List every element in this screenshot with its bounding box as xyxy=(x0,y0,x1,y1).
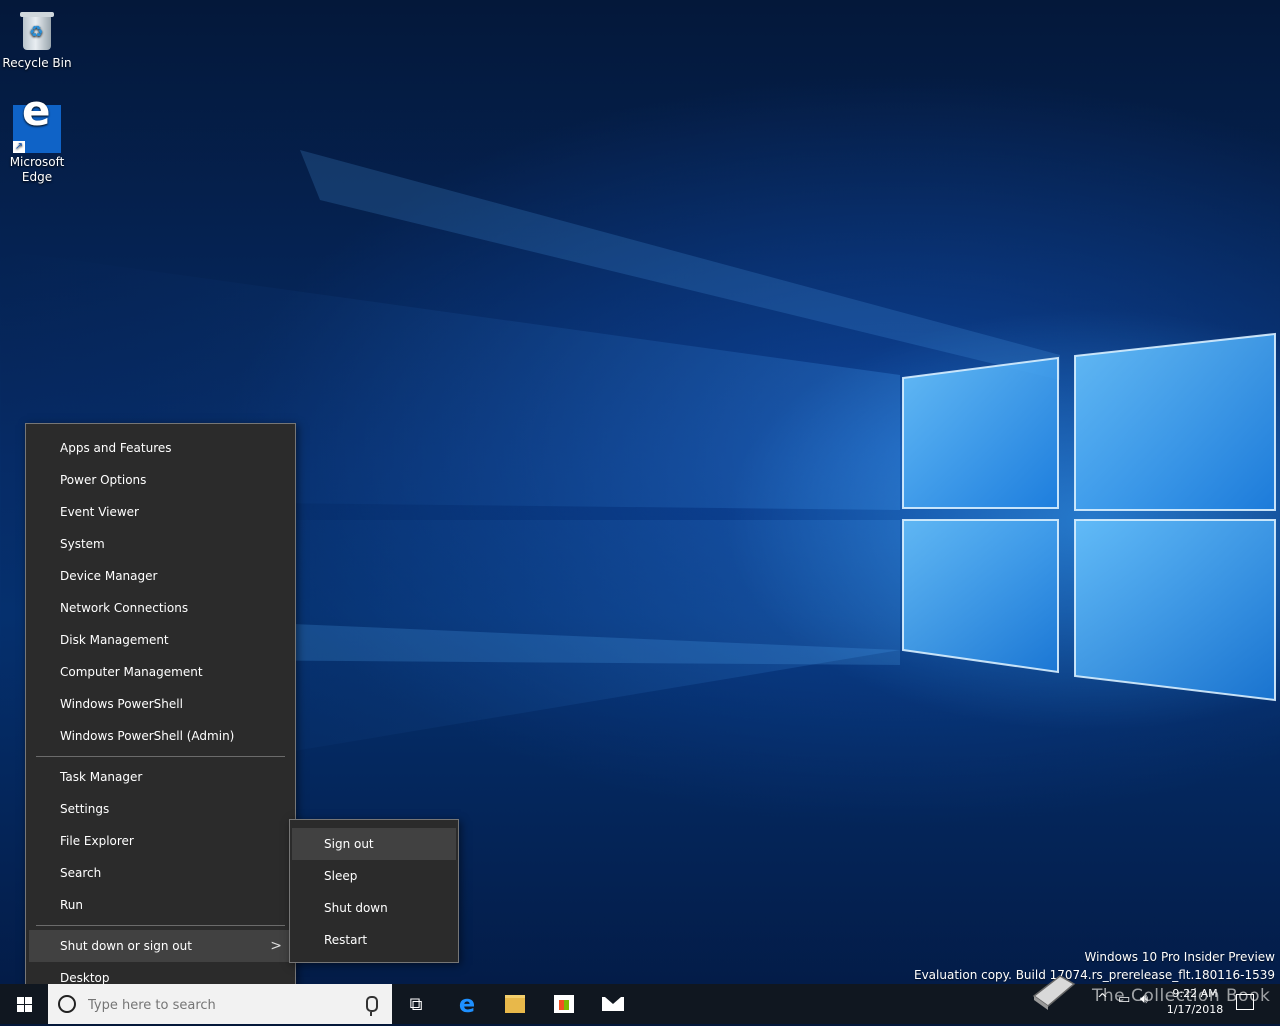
menu-item-computer-management[interactable]: Computer Management xyxy=(26,656,295,688)
desktop-icon-microsoft-edge[interactable]: e ↗ Microsoft Edge xyxy=(1,90,73,185)
menu-item-run[interactable]: Run xyxy=(26,889,295,921)
submenu-item-sleep[interactable]: Sleep xyxy=(290,860,458,892)
store-icon xyxy=(554,995,574,1013)
build-watermark-line2: Evaluation copy. Build 17074.rs_prerelea… xyxy=(913,968,1275,982)
task-view-icon: ⧉ xyxy=(409,993,423,1015)
menu-item-system[interactable]: System xyxy=(26,528,295,560)
microphone-icon[interactable] xyxy=(366,996,378,1016)
show-hidden-icons-chevron[interactable]: ^ xyxy=(1097,992,1108,1007)
submenu-item-shut-down[interactable]: Shut down xyxy=(290,892,458,924)
menu-separator xyxy=(36,756,285,757)
menu-item-network-connections[interactable]: Network Connections xyxy=(26,592,295,624)
desktop-icon-label: Recycle Bin xyxy=(2,56,72,70)
menu-item-device-manager[interactable]: Device Manager xyxy=(26,560,295,592)
desktop-icon-recycle-bin[interactable]: Recycle Bin xyxy=(1,6,73,71)
action-center-icon[interactable] xyxy=(1236,994,1254,1010)
volume-icon[interactable]: 🔊︎ xyxy=(1140,992,1148,1007)
recycle-bin-icon xyxy=(20,12,54,50)
cortana-icon xyxy=(58,995,76,1013)
menu-item-label: Shut down or sign out xyxy=(60,939,192,953)
network-icon[interactable]: ▭ xyxy=(1118,992,1130,1007)
menu-item-search[interactable]: Search xyxy=(26,857,295,889)
submenu-item-restart[interactable]: Restart xyxy=(290,924,458,956)
menu-item-windows-powershell-admin[interactable]: Windows PowerShell (Admin) xyxy=(26,720,295,752)
chevron-right-icon: > xyxy=(270,938,282,954)
windows-logo-icon xyxy=(16,996,32,1012)
task-view-button[interactable]: ⧉ xyxy=(392,984,440,1024)
book-logo-icon xyxy=(1032,975,1076,1010)
edge-icon: e xyxy=(458,990,476,1018)
menu-item-task-manager[interactable]: Task Manager xyxy=(26,761,295,793)
taskbar-file-explorer-button[interactable] xyxy=(491,984,539,1024)
menu-item-settings[interactable]: Settings xyxy=(26,793,295,825)
menu-item-power-options[interactable]: Power Options xyxy=(26,464,295,496)
taskbar-mail-button[interactable] xyxy=(589,984,637,1024)
submenu-item-sign-out[interactable]: Sign out xyxy=(292,828,456,860)
clock-date: 1/17/2018 xyxy=(1166,1003,1224,1016)
start-button[interactable] xyxy=(0,984,48,1024)
menu-separator xyxy=(36,925,285,926)
clock-time: 9:22 AM xyxy=(1172,987,1218,1000)
taskbar-search-box[interactable] xyxy=(48,984,392,1026)
menu-item-file-explorer[interactable]: File Explorer xyxy=(26,825,295,857)
build-watermark-line1: Windows 10 Pro Insider Preview xyxy=(1084,950,1275,964)
menu-item-windows-powershell[interactable]: Windows PowerShell xyxy=(26,688,295,720)
menu-item-event-viewer[interactable]: Event Viewer xyxy=(26,496,295,528)
desktop-icon-label: Microsoft Edge xyxy=(9,155,65,184)
shutdown-submenu: Sign out Sleep Shut down Restart xyxy=(289,819,459,963)
taskbar-edge-button[interactable]: e xyxy=(443,984,491,1024)
menu-item-apps-and-features[interactable]: Apps and Features xyxy=(26,432,295,464)
folder-icon xyxy=(505,995,525,1013)
taskbar: ⧉ e The Collection Book ^ ▭ 🔊︎ 9:22 AM 1… xyxy=(0,975,1280,1026)
search-input[interactable] xyxy=(86,984,350,1026)
mail-icon xyxy=(602,997,624,1011)
taskbar-clock[interactable]: 9:22 AM 1/17/2018 xyxy=(1160,986,1230,1018)
winx-context-menu: Apps and Features Power Options Event Vi… xyxy=(25,423,296,1001)
menu-item-shut-down-or-sign-out[interactable]: Shut down or sign out > xyxy=(29,930,292,962)
shortcut-arrow-icon: ↗ xyxy=(13,141,25,153)
taskbar-store-button[interactable] xyxy=(540,984,588,1024)
menu-item-disk-management[interactable]: Disk Management xyxy=(26,624,295,656)
